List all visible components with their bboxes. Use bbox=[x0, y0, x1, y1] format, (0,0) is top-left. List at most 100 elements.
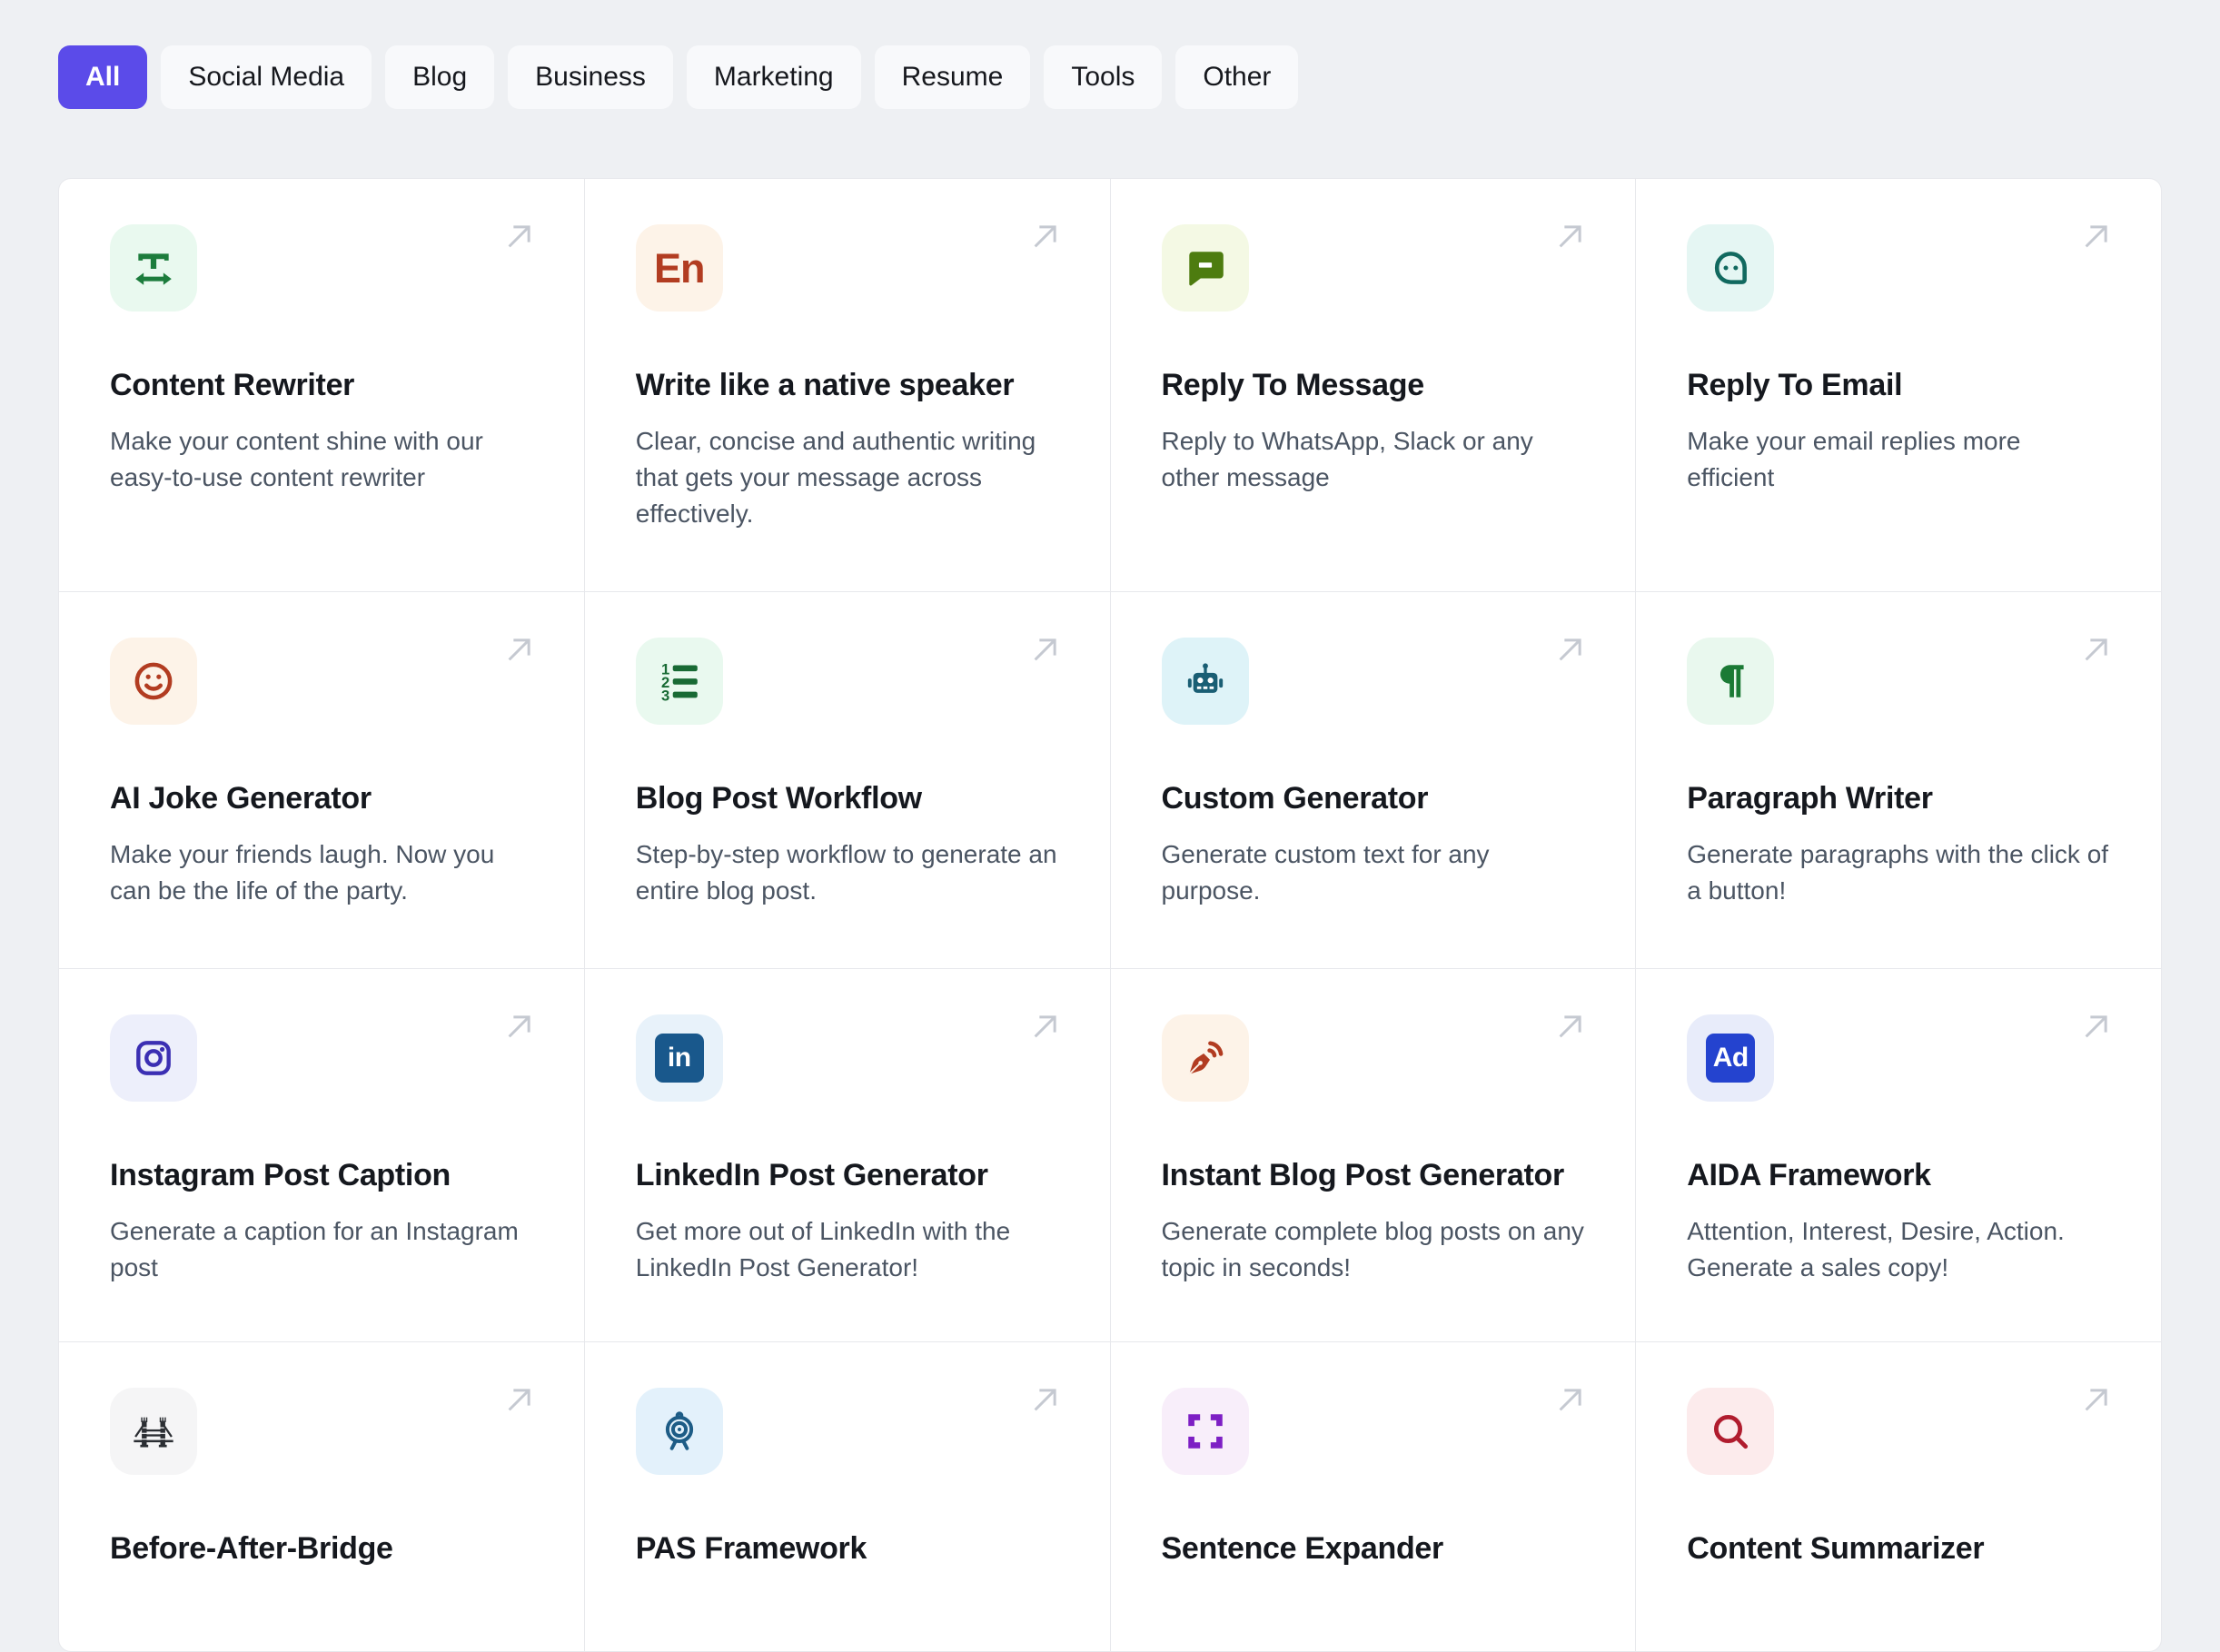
card-title: Blog Post Workflow bbox=[635, 781, 922, 816]
open-card-button[interactable] bbox=[500, 630, 539, 668]
target-icon bbox=[635, 1388, 723, 1475]
filter-pill-other[interactable]: Other bbox=[1175, 45, 1299, 109]
card-description: Reply to WhatsApp, Slack or any other me… bbox=[1161, 427, 1533, 491]
card-sentence-expander[interactable]: Sentence Expander bbox=[1110, 1342, 1636, 1651]
magnifier-icon bbox=[1687, 1388, 1775, 1475]
open-card-button[interactable] bbox=[1026, 1380, 1065, 1419]
open-card-button[interactable] bbox=[1026, 630, 1065, 668]
open-card-button[interactable] bbox=[1551, 630, 1590, 668]
bridge-icon bbox=[110, 1388, 197, 1475]
arrow-up-right-icon bbox=[1034, 1015, 1056, 1038]
card-write-like-a-native-speaker[interactable]: En Write like a native speaker Clear, co… bbox=[584, 179, 1110, 591]
open-card-button[interactable] bbox=[500, 217, 539, 255]
cards-grid-container: Content Rewriter Make your content shine… bbox=[58, 178, 2162, 1652]
arrow-up-right-icon bbox=[1034, 1389, 1056, 1411]
card-content-rewriter[interactable]: Content Rewriter Make your content shine… bbox=[59, 179, 584, 591]
card-instagram-post-caption[interactable]: Instagram Post Caption Generate a captio… bbox=[59, 969, 584, 1341]
card-title: Reply To Message bbox=[1161, 368, 1425, 402]
card-description: Attention, Interest, Desire, Action. Gen… bbox=[1687, 1217, 2065, 1281]
linkedin-icon: in bbox=[635, 1014, 723, 1102]
arrow-up-right-icon bbox=[1034, 225, 1056, 248]
card-blog-post-workflow[interactable]: 123 Blog Post Workflow Step-by-step work… bbox=[584, 592, 1110, 968]
arrow-up-right-icon bbox=[508, 225, 530, 248]
ad-badge-icon: Ad bbox=[1687, 1014, 1775, 1102]
card-description: Get more out of LinkedIn with the Linked… bbox=[635, 1217, 1011, 1281]
filter-pill-blog[interactable]: Blog bbox=[385, 45, 495, 109]
card-title: Sentence Expander bbox=[1161, 1531, 1444, 1566]
open-card-button[interactable] bbox=[2077, 217, 2116, 255]
filter-pill-marketing[interactable]: Marketing bbox=[686, 45, 861, 109]
chat-bubble-icon bbox=[1161, 224, 1249, 312]
card-paragraph-writer[interactable]: Paragraph Writer Generate paragraphs wit… bbox=[1636, 592, 2161, 968]
card-ai-joke-generator[interactable]: AI Joke Generator Make your friends laug… bbox=[59, 592, 584, 968]
templates-page: { "page": { "background_color": "#eef0f3… bbox=[0, 0, 2220, 1652]
card-title: Custom Generator bbox=[1161, 781, 1429, 816]
pen-rss-icon bbox=[1161, 1014, 1249, 1102]
card-title: Paragraph Writer bbox=[1687, 781, 1933, 816]
open-card-button[interactable] bbox=[2077, 1380, 2116, 1419]
arrow-up-right-icon bbox=[508, 638, 530, 661]
card-reply-to-message[interactable]: Reply To Message Reply to WhatsApp, Slac… bbox=[1110, 179, 1636, 591]
card-description: Make your email replies more efficient bbox=[1687, 427, 2021, 491]
card-title: Write like a native speaker bbox=[635, 368, 1015, 402]
arrow-up-right-icon bbox=[1559, 225, 1581, 248]
filter-pill-business[interactable]: Business bbox=[508, 45, 673, 109]
card-pas-framework[interactable]: PAS Framework bbox=[584, 1342, 1110, 1651]
open-card-button[interactable] bbox=[1026, 217, 1065, 255]
open-card-button[interactable] bbox=[1026, 1007, 1065, 1045]
arrow-up-right-icon bbox=[2085, 225, 2107, 248]
card-linkedin-post-generator[interactable]: in LinkedIn Post Generator Get more out … bbox=[584, 969, 1110, 1341]
robot-icon bbox=[1161, 638, 1249, 725]
card-title: Before-After-Bridge bbox=[110, 1531, 393, 1566]
arrow-up-right-icon bbox=[2085, 638, 2107, 661]
card-title: PAS Framework bbox=[635, 1531, 867, 1566]
open-card-button[interactable] bbox=[1551, 1007, 1590, 1045]
filter-pill-all[interactable]: All bbox=[58, 45, 148, 109]
card-title: LinkedIn Post Generator bbox=[635, 1158, 988, 1192]
card-instant-blog-post-generator[interactable]: Instant Blog Post Generator Generate com… bbox=[1110, 969, 1636, 1341]
filter-pill-tools[interactable]: Tools bbox=[1044, 45, 1163, 109]
card-title: Reply To Email bbox=[1687, 368, 1903, 402]
message-face-icon bbox=[1687, 224, 1775, 312]
card-title: Content Rewriter bbox=[110, 368, 355, 402]
card-description: Generate complete blog posts on any topi… bbox=[1161, 1217, 1584, 1281]
card-description: Generate a caption for an Instagram post bbox=[110, 1217, 519, 1281]
card-content-summarizer[interactable]: Content Summarizer bbox=[1636, 1342, 2161, 1651]
numbered-list-icon: 123 bbox=[635, 638, 723, 725]
cards-grid: Content Rewriter Make your content shine… bbox=[59, 179, 2161, 1651]
card-aida-framework[interactable]: Ad AIDA Framework Attention, Interest, D… bbox=[1636, 969, 2161, 1341]
filter-bar: All Social Media Blog Business Marketing Resu… bbox=[0, 0, 2220, 109]
open-card-button[interactable] bbox=[1551, 217, 1590, 255]
card-title: Content Summarizer bbox=[1687, 1531, 1985, 1566]
card-description: Generate paragraphs with the click of a … bbox=[1687, 840, 2109, 905]
expand-icon bbox=[1161, 1388, 1249, 1475]
card-description: Make your friends laugh. Now you can be … bbox=[110, 840, 495, 905]
arrow-up-right-icon bbox=[508, 1015, 530, 1038]
card-reply-to-email[interactable]: Reply To Email Make your email replies m… bbox=[1636, 179, 2161, 591]
open-card-button[interactable] bbox=[2077, 1007, 2116, 1045]
smiley-icon bbox=[110, 638, 197, 725]
arrow-up-right-icon bbox=[2085, 1015, 2107, 1038]
filter-pill-resume[interactable]: Resume bbox=[874, 45, 1031, 109]
arrow-up-right-icon bbox=[508, 1389, 530, 1411]
filter-pill-social-media[interactable]: Social Media bbox=[161, 45, 372, 109]
card-before-after-bridge[interactable]: Before-After-Bridge bbox=[59, 1342, 584, 1651]
arrow-up-right-icon bbox=[1559, 1389, 1581, 1411]
card-description: Generate custom text for any purpose. bbox=[1161, 840, 1490, 905]
open-card-button[interactable] bbox=[2077, 630, 2116, 668]
open-card-button[interactable] bbox=[500, 1007, 539, 1045]
open-card-button[interactable] bbox=[1551, 1380, 1590, 1419]
open-card-button[interactable] bbox=[500, 1380, 539, 1419]
card-title: Instant Blog Post Generator bbox=[1161, 1158, 1565, 1192]
card-description: Make your content shine with our easy-to… bbox=[110, 427, 483, 491]
card-description: Clear, concise and authentic writing tha… bbox=[635, 427, 1036, 528]
card-custom-generator[interactable]: Custom Generator Generate custom text fo… bbox=[1110, 592, 1636, 968]
pilcrow-icon bbox=[1687, 638, 1775, 725]
english-letters-icon: En bbox=[635, 224, 723, 312]
arrow-up-right-icon bbox=[1559, 1015, 1581, 1038]
card-description: Step-by-step workflow to generate an ent… bbox=[635, 840, 1057, 905]
card-title: AI Joke Generator bbox=[110, 781, 372, 816]
card-title: Instagram Post Caption bbox=[110, 1158, 451, 1192]
svg-text:3: 3 bbox=[661, 687, 669, 704]
card-title: AIDA Framework bbox=[1687, 1158, 1931, 1192]
